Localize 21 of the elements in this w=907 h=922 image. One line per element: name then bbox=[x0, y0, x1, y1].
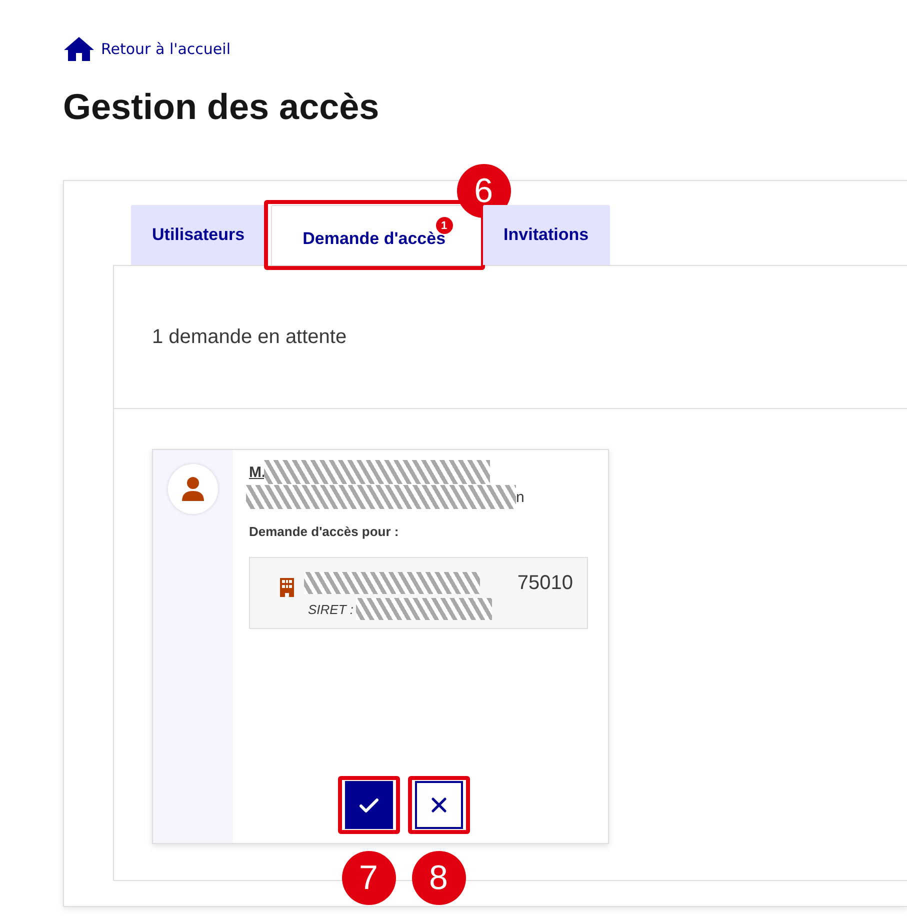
page-title: Gestion des accès bbox=[63, 86, 380, 129]
tab[interactable]: Utilisateurs bbox=[131, 205, 266, 265]
highlight-frame bbox=[408, 776, 470, 834]
approve-button[interactable] bbox=[344, 781, 392, 829]
close-icon bbox=[430, 797, 446, 813]
tab[interactable]: Invitations bbox=[482, 205, 610, 265]
postcode: 75010 bbox=[517, 572, 573, 596]
home-icon bbox=[63, 36, 95, 62]
back-home-link[interactable]: Retour à l'accueil bbox=[63, 36, 230, 62]
step-number: 8 bbox=[412, 851, 466, 905]
reject-button[interactable] bbox=[414, 781, 462, 829]
access-label: Demande d'accès pour : bbox=[249, 524, 400, 539]
email-text: n bbox=[516, 488, 524, 506]
person-icon bbox=[181, 476, 205, 502]
check-icon bbox=[358, 798, 378, 812]
highlight-frame bbox=[338, 776, 400, 834]
siret-label: SIRET : bbox=[308, 602, 354, 616]
step-number: 7 bbox=[342, 851, 396, 905]
building-icon bbox=[280, 578, 294, 597]
user-name-link[interactable]: M. bbox=[249, 464, 266, 480]
pending-count: 1 demande en attente bbox=[152, 326, 347, 348]
